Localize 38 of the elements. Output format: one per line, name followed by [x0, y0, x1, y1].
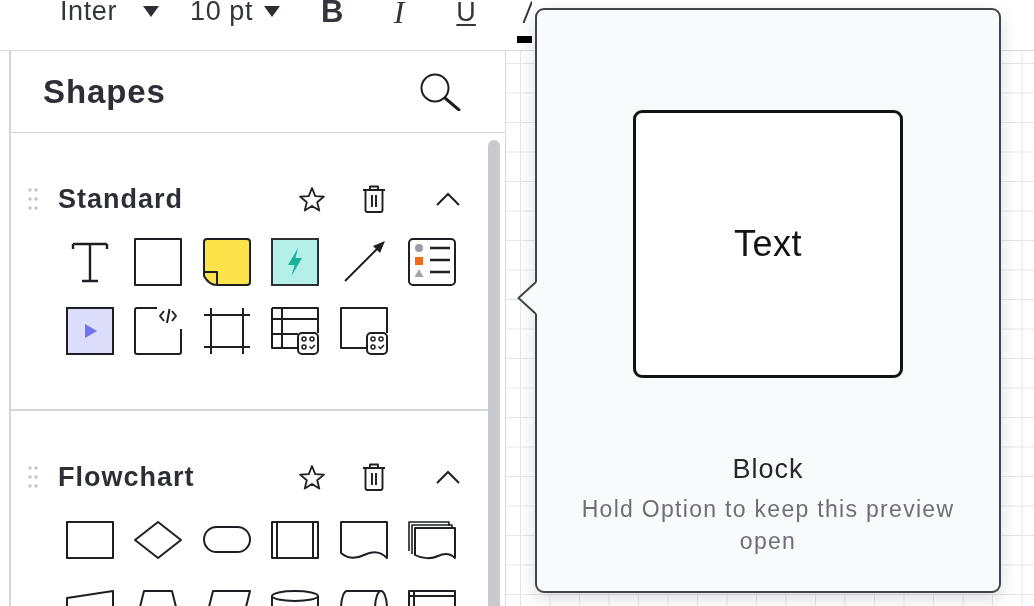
trash-icon[interactable] [362, 463, 386, 491]
caret-down-icon [264, 6, 281, 17]
underline-button[interactable]: U [451, 0, 482, 27]
block-shape-preview: Text [633, 110, 903, 378]
predefined-process-icon[interactable] [271, 521, 320, 559]
process-shape-icon[interactable] [66, 521, 114, 559]
star-icon[interactable] [299, 186, 325, 212]
star-icon[interactable] [299, 464, 325, 490]
sticky-note-icon[interactable] [202, 238, 251, 286]
trash-icon[interactable] [362, 185, 386, 213]
search-icon[interactable] [419, 72, 461, 111]
drag-handle-icon[interactable] [28, 466, 38, 488]
table-icon[interactable] [271, 307, 320, 355]
diamond-shape-icon[interactable] [134, 521, 183, 559]
chevron-up-icon[interactable] [436, 192, 460, 206]
code-block-icon[interactable] [134, 307, 183, 355]
italic-button[interactable]: I [384, 0, 415, 27]
scrollbar-thumb[interactable] [488, 140, 500, 606]
section-title: Standard [58, 183, 184, 215]
caret-down-icon [143, 6, 160, 17]
drag-handle-icon[interactable] [28, 188, 38, 210]
lightning-icon[interactable] [271, 238, 320, 286]
chevron-up-icon[interactable] [436, 470, 460, 484]
document-shape-icon[interactable] [339, 521, 388, 559]
font-family-dropdown[interactable]: Inter [60, 0, 160, 24]
font-size-dropdown[interactable]: 10 pt [190, 0, 281, 24]
rectangle-shape-icon[interactable] [134, 238, 183, 286]
legend-icon[interactable] [407, 238, 456, 286]
multiple-documents-icon[interactable] [407, 521, 456, 559]
frame-icon[interactable] [202, 307, 251, 355]
bold-button[interactable]: B [317, 0, 348, 27]
panel-title: Shapes [43, 71, 166, 112]
container-icon[interactable] [339, 307, 388, 355]
preview-title: Block [732, 454, 804, 484]
play-icon[interactable] [66, 307, 114, 355]
font-color-icon[interactable] [517, 0, 533, 44]
preview-hint: Hold Option to keep this preview open [580, 495, 956, 556]
section-title: Flowchart [58, 461, 195, 493]
